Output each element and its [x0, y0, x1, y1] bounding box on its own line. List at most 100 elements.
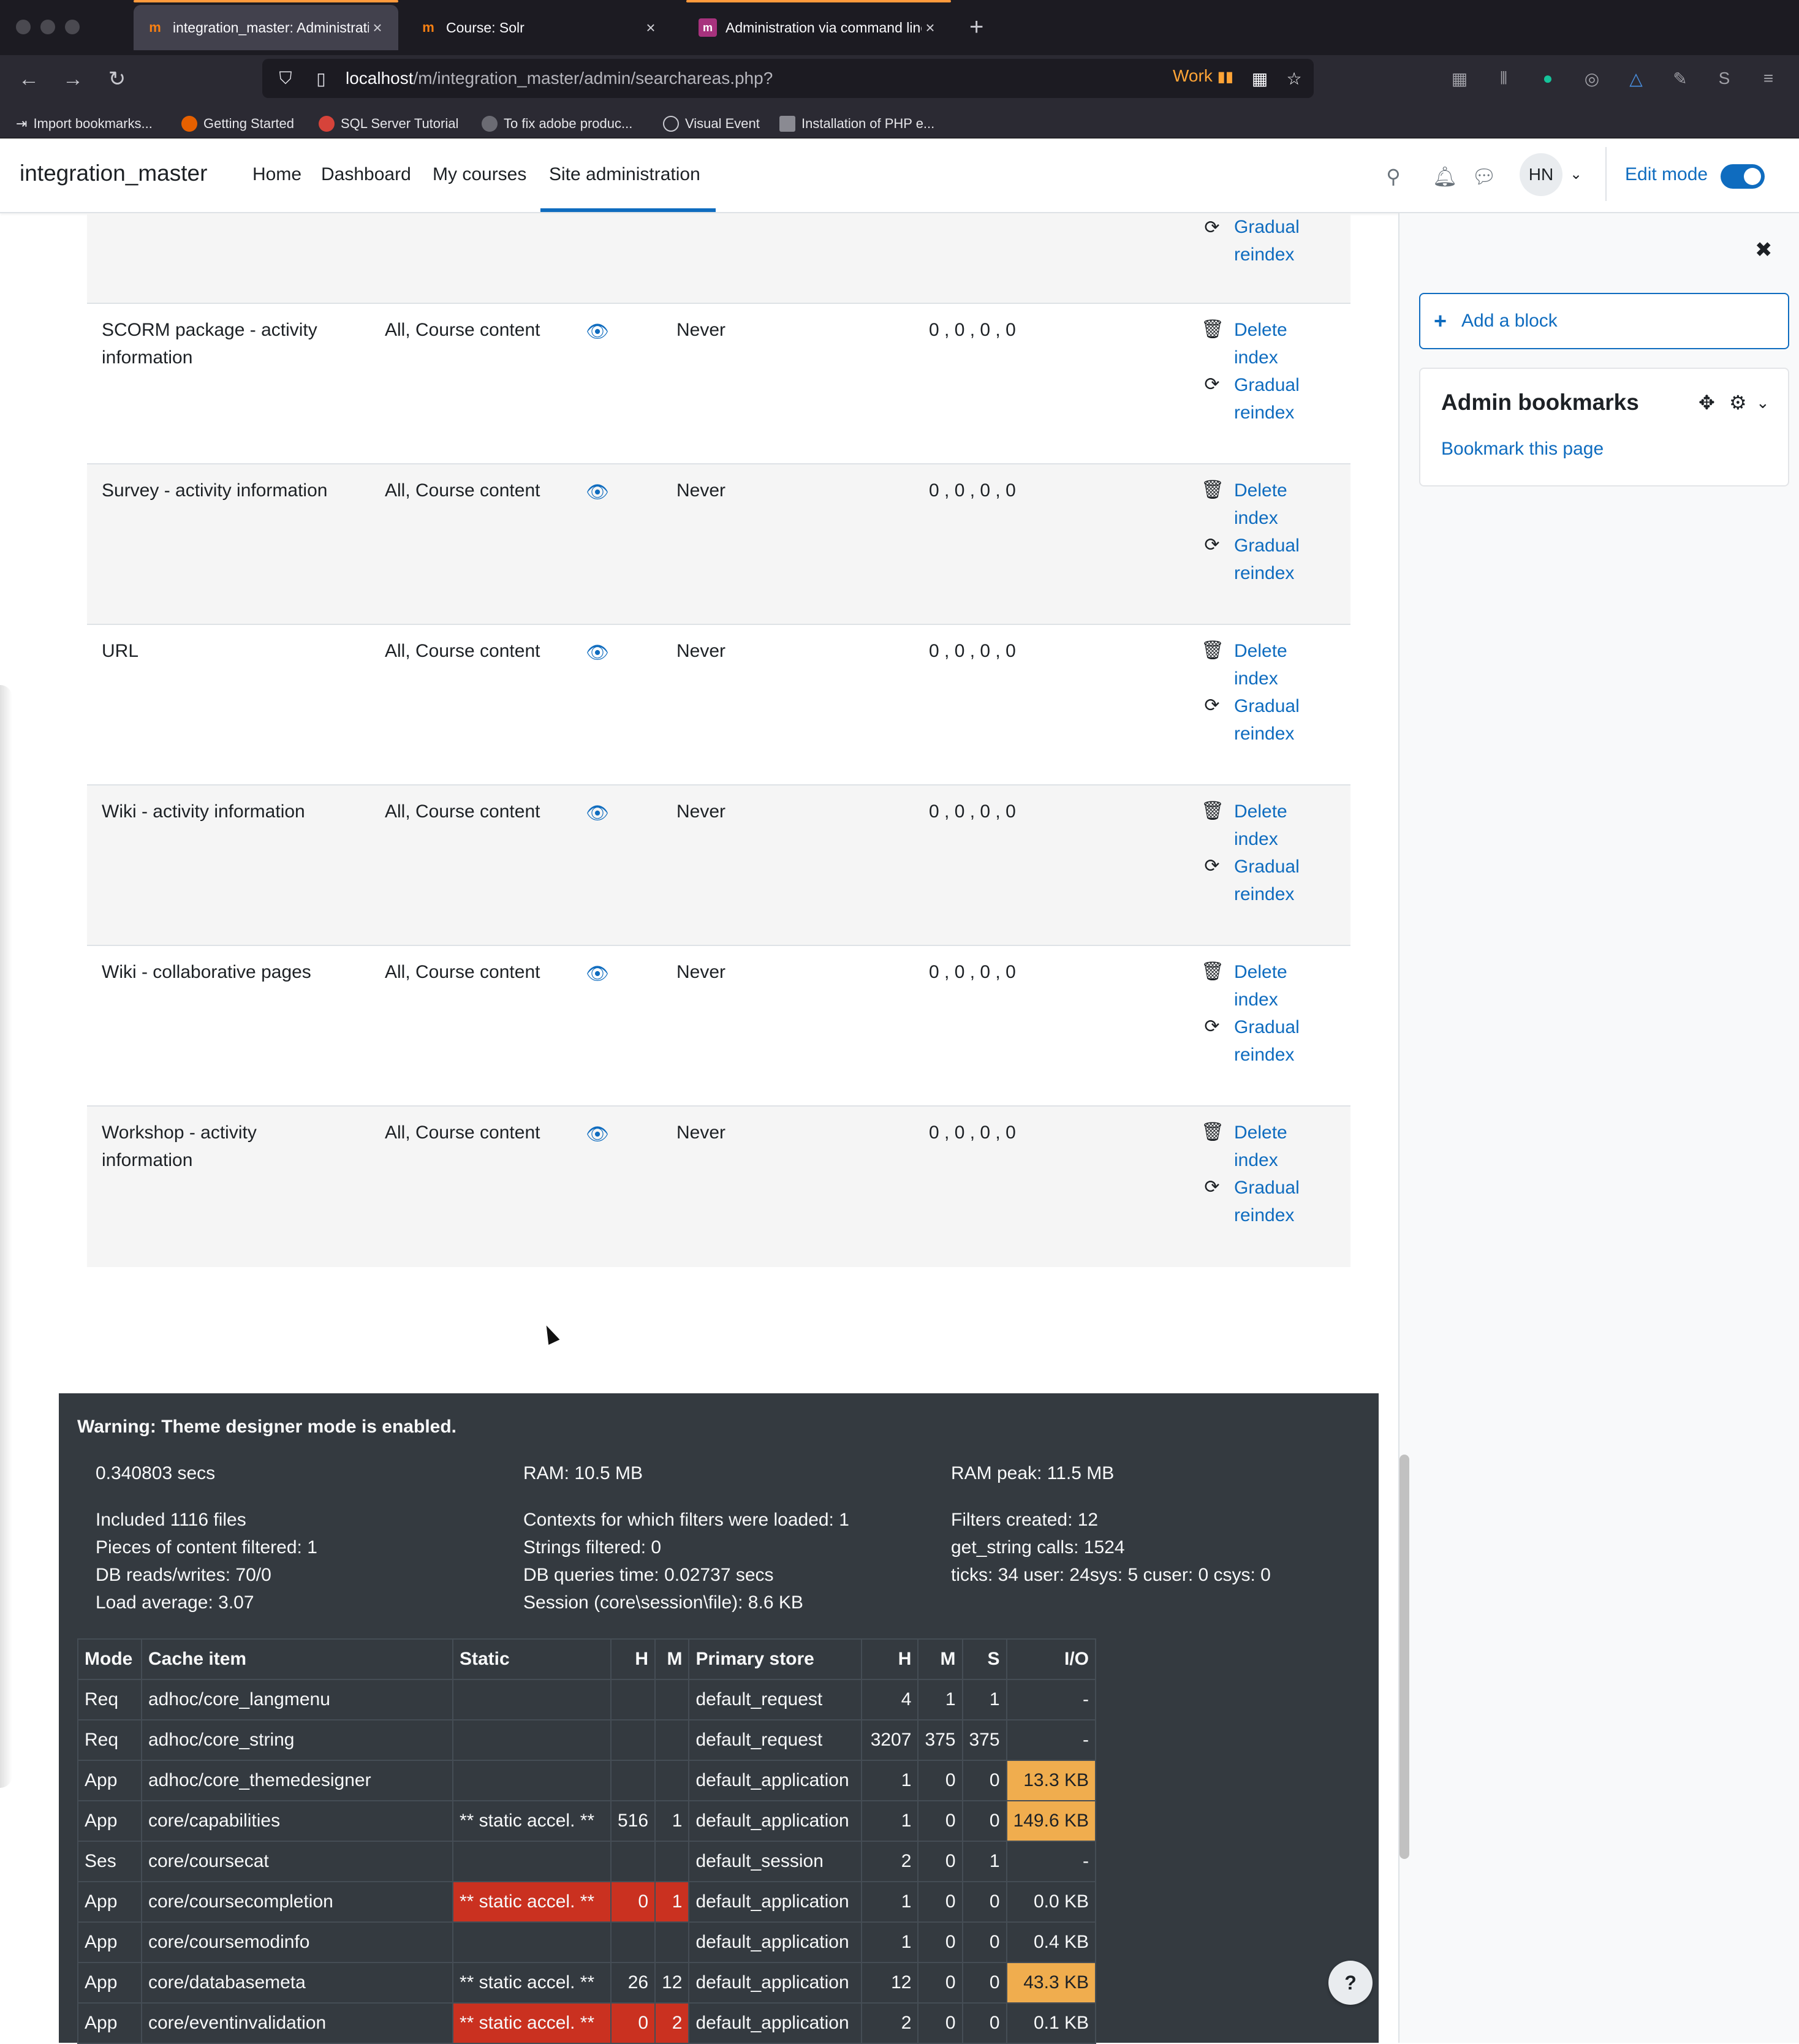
gradual-reindex-link[interactable]: Gradual reindex [1234, 371, 1300, 426]
drive-extension-icon[interactable]: △ [1624, 66, 1648, 91]
delete-index-link[interactable]: Delete index [1234, 958, 1287, 1013]
perf-stat: Session (core\session\file): 8.6 KB [523, 1592, 803, 1613]
bookmark-php[interactable]: Installation of PHP e... [779, 112, 934, 136]
bell-icon[interactable]: 🔔︎ [1431, 163, 1458, 190]
grid-icon[interactable]: ▦ [1248, 66, 1272, 91]
chart-extension-icon[interactable]: ⫴ [1491, 66, 1516, 91]
extensions-icon[interactable]: ▦ [1447, 66, 1472, 91]
gradual-reindex-link[interactable]: Gradual reindex [1234, 1174, 1300, 1229]
delete-index-link[interactable]: Delete index [1234, 637, 1287, 692]
chevron-down-icon[interactable]: ⌄ [1756, 393, 1770, 412]
edit-mode-toggle[interactable] [1721, 164, 1765, 189]
gradual-reindex-link[interactable]: Gradual reindex [1234, 853, 1300, 908]
window-close-button[interactable] [16, 20, 31, 34]
tab-admin-command-line[interactable]: m Administration via command line × [686, 5, 951, 50]
cache-cell-cache-item: adhoc/core_string [141, 1719, 453, 1761]
s-extension-icon[interactable]: S [1712, 66, 1737, 91]
cache-cell-cache-item: core/eventinvalidation [141, 2002, 453, 2044]
menu-icon[interactable]: ≡ [1756, 66, 1781, 91]
area-category: All, Course content [385, 1122, 540, 1143]
eye-icon[interactable]: 👁︎ [586, 482, 610, 502]
area-category: All, Course content [385, 801, 540, 822]
cache-cell-static-m [654, 1760, 690, 1801]
delete-index-link[interactable]: Delete index [1234, 477, 1287, 532]
nav-active-indicator [540, 208, 716, 212]
close-icon[interactable]: ✖ [1755, 238, 1773, 262]
cache-cell-io: 0.4 KB [1006, 1921, 1097, 1963]
bookmark-import[interactable]: ⇥ Import bookmarks... [16, 112, 153, 136]
tab-integration-master[interactable]: m integration_master: Administrati × [134, 5, 398, 50]
cache-cell-store-m: 0 [917, 1962, 963, 2004]
gradual-reindex-link[interactable]: Gradual reindex [1234, 213, 1300, 268]
delete-index-link[interactable]: Delete index [1234, 316, 1287, 371]
help-button[interactable]: ? [1328, 1961, 1373, 2005]
new-tab-plus-icon[interactable]: + [969, 13, 983, 41]
window-minimize-button[interactable] [40, 20, 55, 34]
tab-close-icon[interactable]: × [369, 18, 386, 37]
grammarly-icon[interactable]: ● [1536, 66, 1560, 91]
last-indexed: Never [676, 641, 726, 661]
pen-extension-icon[interactable]: ✎ [1668, 66, 1692, 91]
area-category: All, Course content [385, 480, 540, 501]
bookmark-sql-server[interactable]: SQL Server Tutorial [319, 112, 458, 136]
tab-close-icon[interactable]: × [922, 18, 939, 37]
area-name: Wiki - activity information [102, 801, 305, 822]
avatar[interactable]: HN [1520, 153, 1562, 196]
perf-stat: ticks: 34 user: 24sys: 5 cuser: 0 csys: … [951, 1565, 1271, 1585]
chevron-down-icon[interactable]: ⌄ [1570, 165, 1582, 183]
cache-row: Req adhoc/core_langmenu default_request 4 1 1… [77, 1679, 1097, 1720]
shield-icon[interactable]: ⛉ [273, 69, 298, 89]
tab-course-solr[interactable]: m Course: Solr × [407, 5, 672, 50]
bookmark-getting-started[interactable]: Getting Started [181, 112, 294, 136]
index-counts: 0 , 0 , 0 , 0 [929, 480, 1016, 501]
nav-my-courses[interactable]: My courses [433, 164, 526, 185]
move-icon[interactable]: ✥ [1699, 391, 1715, 414]
cache-cell-static: ** static accel. ** [452, 1800, 612, 1842]
bookmark-adobe[interactable]: To fix adobe produc... [482, 112, 632, 136]
gear-icon[interactable]: ⚙ [1729, 391, 1747, 414]
page-icon[interactable]: ▯ [309, 69, 333, 89]
eye-icon[interactable]: 👁︎ [586, 803, 610, 823]
cache-cell-store-m: 0 [917, 1881, 963, 1923]
address-bar[interactable]: ⛉ ▯ localhost/m/integration_master/admin… [262, 59, 1314, 98]
eye-icon[interactable]: 👁︎ [586, 642, 610, 663]
add-block-button[interactable]: + Add a block [1419, 293, 1789, 349]
refresh-icon: ⟳ [1204, 374, 1220, 395]
gradual-reindex-link[interactable]: Gradual reindex [1234, 532, 1300, 587]
star-icon[interactable]: ☆ [1282, 66, 1306, 91]
eye-icon[interactable]: 👁︎ [586, 1124, 610, 1145]
briefcase-icon: ▮▮ [1217, 69, 1234, 85]
nav-home[interactable]: Home [252, 164, 301, 185]
tab-close-icon[interactable]: × [642, 18, 659, 37]
container-work-label[interactable]: Work ▮▮ [1173, 66, 1233, 86]
eye-icon[interactable]: 👁︎ [586, 963, 610, 984]
page-scrollbar[interactable] [1399, 1455, 1409, 1859]
reload-icon[interactable]: ↻ [100, 62, 134, 96]
cache-cell-store-h: 1 [861, 1800, 919, 1842]
gradual-reindex-link[interactable]: Gradual reindex [1234, 692, 1300, 748]
nav-dashboard[interactable]: Dashboard [321, 164, 411, 185]
bookmark-this-page-link[interactable]: Bookmark this page [1441, 439, 1604, 460]
site-name[interactable]: integration_master [20, 161, 207, 186]
github-icon [482, 116, 498, 132]
gradual-reindex-link[interactable]: Gradual reindex [1234, 1013, 1300, 1069]
cache-cell-store-m: 375 [917, 1719, 963, 1761]
nav-site-administration[interactable]: Site administration [549, 164, 700, 185]
search-icon[interactable]: ⚲ [1380, 163, 1407, 190]
forward-arrow-icon[interactable]: → [56, 62, 89, 96]
back-arrow-icon[interactable]: ← [12, 62, 45, 96]
bookmark-visual-event[interactable]: Visual Event [663, 112, 760, 136]
perf-ram-peak: RAM peak: 11.5 MB [951, 1463, 1115, 1483]
delete-index-link[interactable]: Delete index [1234, 1119, 1287, 1174]
cache-cell-io: 149.6 KB [1006, 1800, 1097, 1842]
message-icon[interactable]: 💬︎ [1471, 163, 1498, 190]
delete-index-link[interactable]: Delete index [1234, 798, 1287, 853]
window-zoom-button[interactable] [65, 20, 80, 34]
eye-icon[interactable]: 👁︎ [586, 321, 610, 342]
cache-cell-static: ** static accel. ** [452, 1881, 612, 1923]
index-counts: 0 , 0 , 0 , 0 [929, 641, 1016, 661]
cache-cell-store-s: 0 [961, 1800, 1007, 1842]
cache-cell-store-h: 2 [861, 2002, 919, 2044]
cache-cell-store-m: 0 [917, 1800, 963, 1842]
glasses-extension-icon[interactable]: ◎ [1580, 66, 1604, 91]
